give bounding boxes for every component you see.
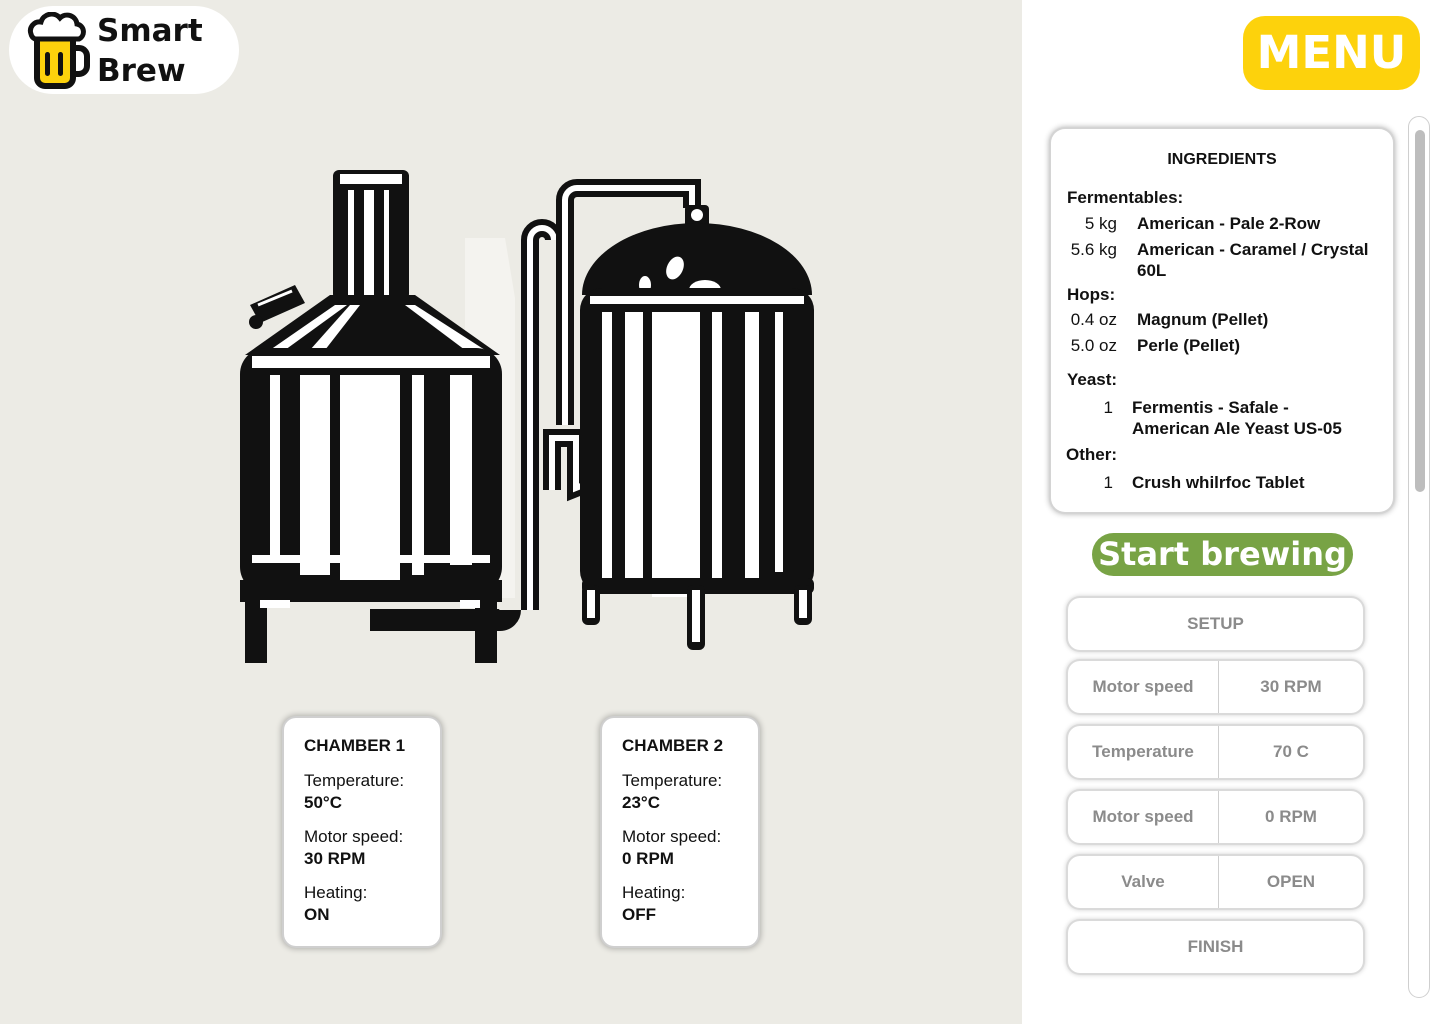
app-logo[interactable]: Smart Brew — [9, 6, 239, 94]
fermentables-label: Fermentables: — [1067, 188, 1184, 207]
temperature-value: 50°C — [304, 793, 342, 812]
step-row[interactable]: Motor speed 30 RPM — [1068, 661, 1363, 713]
app-name: Smart Brew — [97, 11, 203, 91]
ingredient-name: Crush whilrfoc Tablet — [1132, 473, 1305, 492]
step-label: Valve — [1068, 856, 1219, 908]
main-panel: Smart Brew CHAMBER 1 Temperature: 50°C M… — [0, 0, 1022, 1024]
setup-step[interactable]: SETUP — [1068, 598, 1363, 650]
finish-step[interactable]: FINISH — [1068, 921, 1363, 973]
step-row[interactable]: Motor speed 0 RPM — [1068, 791, 1363, 843]
step-value: OPEN — [1266, 872, 1316, 891]
step-value: 30 RPM — [1260, 677, 1322, 696]
temperature-label: Temperature: — [304, 771, 405, 790]
ingredient-amount: 5.6 kg — [1070, 240, 1117, 259]
ingredient-name-line1: American - Caramel / Crystal — [1137, 240, 1369, 259]
ingredient-name: American - Caramel / Crystal 60L — [1137, 239, 1369, 281]
app-name-line2: Brew — [97, 53, 186, 89]
start-brewing-button[interactable]: Start brewing — [1092, 533, 1353, 576]
motor-speed-value: 0 RPM — [622, 849, 674, 868]
beer-mug-icon — [27, 12, 90, 89]
chamber-title: CHAMBER 1 — [304, 736, 406, 755]
hops-label: Hops: — [1067, 285, 1116, 304]
ingredients-title: INGREDIENTS — [1167, 151, 1277, 168]
step-value: 0 RPM — [1265, 807, 1317, 826]
motor-speed-value: 30 RPM — [304, 849, 366, 868]
chamber-1-card: CHAMBER 1 Temperature: 50°C Motor speed:… — [284, 718, 440, 946]
step-row[interactable]: Valve OPEN — [1068, 856, 1363, 908]
ingredient-name: Fermentis - Safale - American Ale Yeast … — [1132, 397, 1342, 439]
other-label: Other: — [1066, 445, 1117, 464]
ingredient-amount: 5 kg — [1084, 214, 1117, 233]
chamber-title: CHAMBER 2 — [622, 736, 724, 755]
step-label: Motor speed — [1068, 791, 1219, 843]
ingredient-amount: 0.4 oz — [1070, 310, 1117, 329]
finish-label: FINISH — [1187, 937, 1244, 956]
scrollbar-thumb[interactable] — [1415, 130, 1425, 492]
ingredient-name: Perle (Pellet) — [1137, 336, 1240, 355]
chamber-2-card: CHAMBER 2 Temperature: 23°C Motor speed:… — [602, 718, 758, 946]
heating-label: Heating: — [622, 883, 686, 902]
yeast-label: Yeast: — [1067, 370, 1118, 389]
ingredient-name: American - Pale 2-Row — [1137, 214, 1321, 233]
ingredient-name: Magnum (Pellet) — [1137, 310, 1269, 329]
ingredients-card: INGREDIENTS Fermentables: 5 kg American … — [1051, 129, 1393, 512]
heating-value: ON — [304, 905, 330, 924]
ingredient-name-line1: Fermentis - Safale - — [1132, 398, 1289, 417]
ingredient-amount: 1 — [1103, 473, 1113, 492]
step-row[interactable]: Temperature 70 C — [1068, 726, 1363, 778]
step-label: Motor speed — [1068, 661, 1219, 713]
app-name-line1: Smart — [97, 13, 203, 49]
ingredient-amount: 1 — [1103, 398, 1113, 417]
temperature-value: 23°C — [622, 793, 660, 812]
ingredient-name-line2: 60L — [1137, 261, 1167, 280]
step-label: Temperature — [1068, 726, 1219, 778]
motor-speed-label: Motor speed: — [622, 827, 722, 846]
ingredient-name-line2: American Ale Yeast US-05 — [1132, 419, 1342, 438]
ingredient-amount: 5.0 oz — [1070, 336, 1117, 355]
menu-button[interactable]: MENU — [1243, 16, 1420, 90]
heating-label: Heating: — [304, 883, 368, 902]
heating-value: OFF — [622, 905, 656, 924]
brewhouse-tanks-illustration — [240, 170, 814, 663]
motor-speed-label: Motor speed: — [304, 827, 404, 846]
temperature-label: Temperature: — [622, 771, 723, 790]
setup-label: SETUP — [1187, 614, 1244, 633]
step-value: 70 C — [1273, 742, 1309, 761]
